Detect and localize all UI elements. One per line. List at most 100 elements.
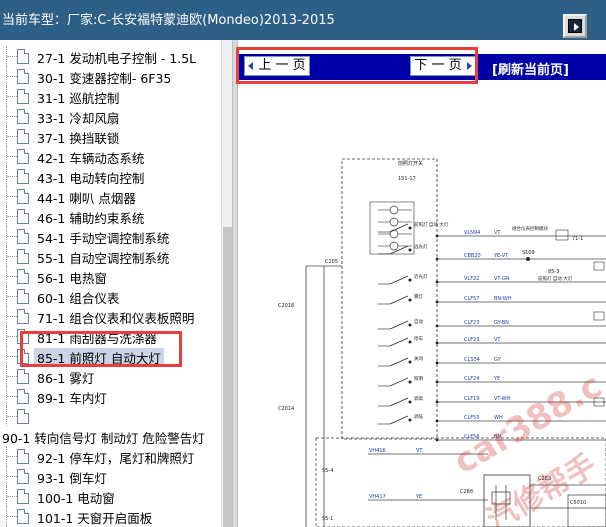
diagram-panel: 上 一 页 下 一 页 [刷新当前页] 前照灯开关 151-17 C205 C2018…	[238, 40, 606, 527]
diagram-label: 151-17	[398, 176, 416, 182]
app-window: 当前车型：厂家:C-长安福特蒙迪欧(Mondeo)2013-2015 27-1 …	[0, 0, 606, 527]
wire-code-label: CLF19	[464, 396, 480, 402]
connector-label: C2014	[278, 406, 294, 412]
tree-item-label: 101-1 天窗开启面板	[37, 511, 153, 526]
wire-code-label: CLF56	[464, 434, 480, 440]
tree-connector-line	[7, 116, 17, 117]
tree-item-label: 60-1 组合仪表	[37, 291, 120, 306]
document-icon	[17, 309, 29, 324]
document-icon	[17, 149, 29, 164]
wire-color-label: WH	[494, 415, 503, 421]
tree-connector-line	[7, 396, 17, 397]
wire-code-label: CLF57	[464, 296, 480, 302]
switch-blade	[389, 397, 409, 407]
tree-item-label: 31-1 巡航控制	[37, 91, 120, 106]
ref-label: 前照灯 自动 大灯	[538, 275, 573, 282]
tree-item-label: 100-1 电动窗	[37, 491, 115, 506]
tree-scrollbar-thumb[interactable]	[223, 227, 232, 527]
document-icon	[17, 509, 29, 524]
pin-dot	[435, 257, 439, 261]
wire-color-label: VT	[494, 230, 501, 236]
wire-code-label: VH416	[369, 448, 386, 454]
tree-connector-line	[7, 476, 17, 477]
document-icon	[17, 49, 29, 64]
tree-connector-line	[7, 336, 17, 337]
switch-contact	[408, 248, 412, 252]
tree-item-label: 90-1 转向信号灯 制动灯 危险警告灯	[2, 431, 205, 446]
connector-label: C205	[325, 259, 338, 265]
document-icon	[17, 229, 29, 244]
ref-label: 55-4	[322, 468, 333, 474]
switch-contact	[408, 380, 412, 384]
wire-color-label: YE	[493, 376, 500, 382]
document-icon	[17, 209, 29, 224]
wire-color-label: YE	[415, 494, 422, 500]
next-page-button[interactable]: 下 一 页	[410, 56, 476, 76]
switch-label: 调低	[414, 413, 423, 420]
document-icon	[17, 389, 29, 404]
pin-dot	[435, 341, 439, 345]
tree-connector-line	[7, 496, 17, 497]
fullscreen-button[interactable]	[563, 14, 587, 38]
tree-item-label: 92-1 停车灯，尾灯和牌照灯	[37, 451, 195, 466]
module-tree: 27-1 发动机电子控制 - 1.5L 30-1 变速器控制- 6F35 31-1 …	[0, 40, 232, 527]
tree-item-label: 37-1 换挡联锁	[37, 131, 120, 146]
pin-dot	[435, 280, 439, 284]
window-title: 当前车型：厂家:C-长安福特蒙迪欧(Mondeo)2013-2015	[2, 13, 335, 28]
fullscreen-icon	[568, 19, 582, 33]
next-page-label: 下 一 页	[414, 58, 462, 73]
tree-item-label: 43-1 电动转向控制	[37, 171, 145, 186]
switch-blade	[389, 275, 409, 285]
refresh-page-link[interactable]: [刷新当前页]	[492, 59, 569, 78]
connector-label: C2018	[278, 303, 294, 309]
connector-box	[593, 261, 605, 271]
title-bar: 当前车型：厂家:C-长安福特蒙迪欧(Mondeo)2013-2015	[0, 0, 606, 40]
tree-scrollbar[interactable]	[221, 40, 232, 527]
connector-label: C288	[460, 489, 473, 495]
switch-blade	[389, 295, 409, 305]
document-icon	[17, 69, 29, 84]
wire-code-label: VH417	[369, 494, 386, 500]
wire-code-label: CLS34	[464, 357, 480, 363]
document-icon	[17, 409, 29, 424]
switch-label: 远光灯	[414, 243, 428, 250]
prev-page-label: 上 一 页	[258, 58, 306, 73]
document-icon	[17, 189, 29, 204]
tree-connector-line	[7, 316, 17, 317]
tree-connector-line	[7, 216, 17, 217]
tree-connector-line	[7, 516, 17, 517]
pin-dot	[435, 361, 439, 365]
tree-connector-line	[7, 76, 17, 77]
tree-connector-line	[7, 256, 17, 257]
lamp-symbol	[389, 217, 399, 227]
document-icon	[17, 89, 29, 104]
tree-connector-line	[7, 56, 17, 57]
document-icon	[17, 109, 29, 124]
prev-page-button[interactable]: 上 一 页	[244, 56, 310, 76]
connector-label: C5010	[570, 500, 586, 506]
tree-connector-line	[7, 196, 17, 197]
tree-connector-line	[7, 136, 17, 137]
lamp-symbol	[389, 205, 399, 215]
wire-color-label: VT	[494, 337, 501, 343]
pin-dot	[435, 300, 439, 304]
document-icon	[17, 329, 29, 344]
tree-item-label: 33-1 冷却风扇	[37, 111, 120, 126]
tree-item-label: 44-1 喇叭 点烟器	[37, 191, 136, 206]
tree-connector-line	[7, 376, 17, 377]
switch-blade	[389, 415, 409, 425]
tree-connector-line	[7, 236, 17, 237]
tree-connector-line	[7, 156, 17, 157]
ac-module-box	[315, 437, 606, 527]
tree-connector-line	[7, 176, 17, 177]
switch-label: 雾灯	[414, 293, 423, 300]
switch-contact	[408, 400, 412, 404]
splice-label: S109	[522, 250, 535, 256]
document-icon	[17, 369, 29, 384]
switch-label: 关闭	[414, 355, 423, 362]
wire-code-label: CLF55	[464, 415, 480, 421]
document-icon	[17, 169, 29, 184]
diagram-label: 前照灯开关	[398, 160, 423, 167]
connector-label: C283	[538, 476, 551, 482]
arrow-left-icon	[248, 62, 253, 70]
